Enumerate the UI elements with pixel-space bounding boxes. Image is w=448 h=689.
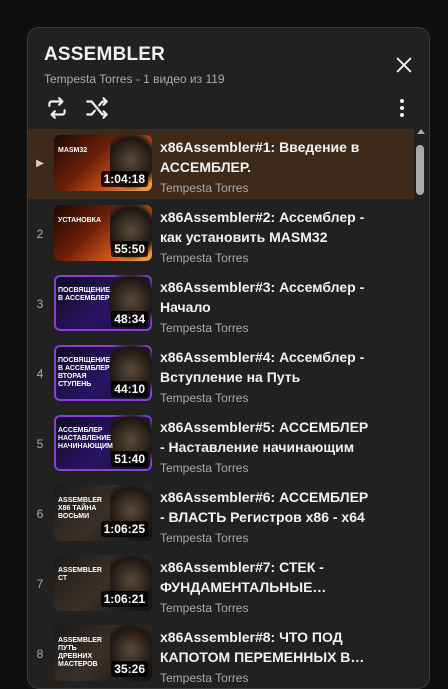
playlist-items: ▶ MASM32 1:04:18 x86Assembler#1: Введение в… [28,129,414,688]
video-thumbnail[interactable]: ПОСВЯЩЕНИЕ В АССЕМБЛЕР 48:34 [54,275,152,331]
video-title[interactable]: x86Assembler#6: АССЕМБЛЕР - ВЛАСТЬ Регис… [160,487,405,527]
item-index: 3 [36,297,44,311]
thumbnail-text: ПОСВЯЩЕНИЕ В АССЕМБЛЕР [58,287,111,302]
video-thumbnail[interactable]: ASSEMBLER ПУТЬ ДРЕВНИХ МАСТЕРОВ 35:26 [54,625,152,681]
thumbnail-text: ASSEMBLER СТ [58,567,102,582]
shuffle-icon[interactable] [84,95,110,121]
channel-name[interactable]: Tempesta Torres [160,601,248,615]
playlist-item[interactable]: 4 ПОСВЯЩЕНИЕ В АССЕМБЛЕР ВТОРАЯ СТУПЕНЬ 44… [28,339,414,409]
thumbnail-text: АССЕМБЛЕР НАСТАВЛЕНИЕ НАЧИНАЮЩИМ [58,427,113,450]
playlist-item[interactable]: 3 ПОСВЯЩЕНИЕ В АССЕМБЛЕР 48:34 x86Assembler… [28,269,414,339]
playlist-item[interactable]: 2 УСТАНОВКА 55:50 x86Assembler#2: Ассемблер… [28,199,414,269]
channel-name[interactable]: Tempesta Torres [160,321,248,335]
duration-badge: 44:10 [111,381,148,397]
video-thumbnail[interactable]: АССЕМБЛЕР НАСТАВЛЕНИЕ НАЧИНАЮЩИМ 51:40 [54,415,152,471]
loop-icon[interactable] [44,95,70,121]
playlist-item[interactable]: 5 АССЕМБЛЕР НАСТАВЛЕНИЕ НАЧИНАЮЩИМ 51:40 x8… [28,409,414,479]
thumbnail-text: ПОСВЯЩЕНИЕ В АССЕМБЛЕР ВТОРАЯ СТУПЕНЬ [58,357,111,388]
channel-name[interactable]: Tempesta Torres [160,391,248,405]
play-indicator-icon: ▶ [36,158,44,169]
channel-name[interactable]: Tempesta Torres [160,671,248,685]
playlist-item[interactable]: 6 ASSEMBLER x86 ТАЙНА ВОСЬМИ 1:06:25 x86Ass… [28,479,414,549]
more-vert-icon[interactable] [396,95,408,121]
duration-badge: 35:26 [111,661,148,677]
video-thumbnail[interactable]: ASSEMBLER x86 ТАЙНА ВОСЬМИ 1:06:25 [54,485,152,541]
item-index: 5 [36,437,44,451]
duration-badge: 48:34 [111,311,148,327]
channel-name[interactable]: Tempesta Torres [160,531,248,545]
item-index: 6 [36,507,44,521]
thumbnail-text: УСТАНОВКА [58,217,102,224]
close-icon[interactable] [393,54,415,76]
channel-name[interactable]: Tempesta Torres [160,251,248,265]
scroll-up-arrow-icon[interactable] [417,129,425,134]
duration-badge: 55:50 [111,241,148,257]
item-index: 2 [36,227,44,241]
playlist-item[interactable]: ▶ MASM32 1:04:18 x86Assembler#1: Введение в… [28,129,414,199]
playlist-panel: ASSEMBLER Tempesta Torres - 1 видео из 1… [27,27,430,689]
playlist-item[interactable]: 7 ASSEMBLER СТ 1:06:21 x86Assembler#7: СТЕК… [28,549,414,619]
video-title[interactable]: x86Assembler#1: Введение в АССЕМБЛЕР. [160,137,405,177]
video-title[interactable]: x86Assembler#5: АССЕМБЛЕР - Наставление … [160,417,405,457]
duration-badge: 1:04:18 [100,171,148,187]
video-thumbnail[interactable]: MASM32 1:04:18 [54,135,152,191]
playlist-controls [44,95,414,121]
item-index: 4 [36,367,44,381]
scrollbar-thumb[interactable] [416,145,424,195]
thumbnail-text: ASSEMBLER ПУТЬ ДРЕВНИХ МАСТЕРОВ [58,637,102,668]
playlist-title[interactable]: ASSEMBLER [44,44,165,66]
channel-name[interactable]: Tempesta Torres [160,181,248,195]
video-thumbnail[interactable]: ПОСВЯЩЕНИЕ В АССЕМБЛЕР ВТОРАЯ СТУПЕНЬ 44:… [54,345,152,401]
channel-name[interactable]: Tempesta Torres [160,461,248,475]
scrollbar[interactable] [413,129,429,679]
thumbnail-text: MASM32 [58,147,88,154]
video-title[interactable]: x86Assembler#4: Ассемблер - Вступление н… [160,347,405,387]
item-index: 7 [36,577,44,591]
video-thumbnail[interactable]: УСТАНОВКА 55:50 [54,205,152,261]
duration-badge: 51:40 [111,451,148,467]
thumbnail-text: ASSEMBLER x86 ТАЙНА ВОСЬМИ [58,497,102,520]
duration-badge: 1:06:21 [100,591,148,607]
item-index: 8 [36,647,44,661]
duration-badge: 1:06:25 [100,521,148,537]
video-title[interactable]: x86Assembler#3: Ассемблер - Начало [160,277,405,317]
video-title[interactable]: x86Assembler#2: Ассемблер - как установи… [160,207,405,247]
video-thumbnail[interactable]: ASSEMBLER СТ 1:06:21 [54,555,152,611]
video-title[interactable]: x86Assembler#8: ЧТО ПОД КАПОТОМ ПЕРЕМЕНН… [160,627,405,667]
playlist-subtitle: Tempesta Torres - 1 видео из 119 [44,72,225,86]
playlist-header: ASSEMBLER Tempesta Torres - 1 видео из 1… [28,28,429,129]
playlist-item[interactable]: 8 ASSEMBLER ПУТЬ ДРЕВНИХ МАСТЕРОВ 35:26 x86… [28,619,414,688]
video-title[interactable]: x86Assembler#7: СТЕК - ФУНДАМЕНТАЛЬНЫЕ… [160,557,405,597]
